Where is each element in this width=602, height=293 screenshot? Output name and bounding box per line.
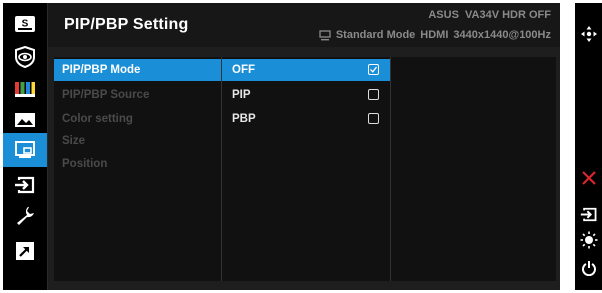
shortcut-arrow-icon xyxy=(16,242,34,260)
detail-panel xyxy=(390,57,556,281)
mode-label: Standard Mode xyxy=(335,29,416,41)
shortcut-menu-button[interactable] xyxy=(3,235,47,267)
five-way-navigation-key[interactable] xyxy=(575,23,602,45)
power-key[interactable] xyxy=(575,257,602,279)
exit-key[interactable] xyxy=(575,167,602,189)
eye-care-icon xyxy=(15,46,35,68)
system-setup-wrench-icon xyxy=(17,207,34,225)
submenu-item-size[interactable]: Size xyxy=(54,130,221,152)
osd-header: PIP/PBP Setting ASUS VA34V HDR OFF Stand… xyxy=(48,3,560,47)
brightness-icon xyxy=(580,231,597,249)
checkbox[interactable] xyxy=(368,113,379,124)
option-list: OFF PIP PBP xyxy=(221,57,391,281)
main-menu-sidebar: S xyxy=(3,3,47,290)
splendid-s-icon: S xyxy=(15,16,35,32)
monitor-icon xyxy=(319,29,331,40)
check-icon xyxy=(370,66,378,73)
submenu-list: PIP/PBP Mode PIP/PBP Source Color settin… xyxy=(54,57,221,281)
submenu-item-pip-pbp-mode[interactable]: PIP/PBP Mode xyxy=(54,59,221,81)
submenu-item-position[interactable]: Position xyxy=(54,153,221,175)
osd-content: PIP/PBP Mode PIP/PBP Source Color settin… xyxy=(48,47,560,290)
model-status-info: ASUS VA34V HDR OFF xyxy=(428,9,551,21)
image-menu-button[interactable] xyxy=(3,104,47,136)
pip-pbp-icon xyxy=(15,141,35,158)
key-guide-panel xyxy=(575,3,602,290)
option-off[interactable]: OFF xyxy=(222,59,391,81)
splendid-menu-button[interactable]: S xyxy=(3,8,47,40)
input-label: HDMI xyxy=(420,29,449,41)
checkbox[interactable] xyxy=(368,89,379,100)
submenu-item-pip-pbp-source[interactable]: PIP/PBP Source xyxy=(54,84,221,106)
color-bars-icon xyxy=(15,82,35,97)
pip-pbp-menu-button[interactable] xyxy=(3,133,47,167)
svg-text:S: S xyxy=(22,19,29,30)
eye-care-menu-button[interactable] xyxy=(3,41,47,73)
osd-panel: S PIP/PBP Setting ASUS VA34V HDR OFF Sta… xyxy=(3,3,560,290)
close-x-icon xyxy=(581,171,596,185)
page-title: PIP/PBP Setting xyxy=(64,16,189,33)
input-select-key[interactable] xyxy=(575,203,602,225)
mode-status-info: Standard Mode HDMI 3440x1440@100Hz xyxy=(319,29,551,41)
option-pip[interactable]: PIP xyxy=(222,84,391,106)
image-icon xyxy=(15,113,35,127)
checkbox-checked[interactable] xyxy=(368,64,379,75)
input-select-icon xyxy=(580,207,596,221)
submenu-item-color-setting[interactable]: Color setting xyxy=(54,108,221,130)
brightness-key[interactable] xyxy=(575,229,602,251)
input-select-icon xyxy=(15,176,35,194)
color-menu-button[interactable] xyxy=(3,73,47,105)
five-way-navigation-icon xyxy=(580,26,597,42)
resolution-label: 3440x1440@100Hz xyxy=(453,29,551,41)
system-setup-menu-button[interactable] xyxy=(3,200,47,232)
input-select-menu-button[interactable] xyxy=(3,169,47,201)
option-pbp[interactable]: PBP xyxy=(222,108,391,130)
power-icon xyxy=(581,261,596,276)
